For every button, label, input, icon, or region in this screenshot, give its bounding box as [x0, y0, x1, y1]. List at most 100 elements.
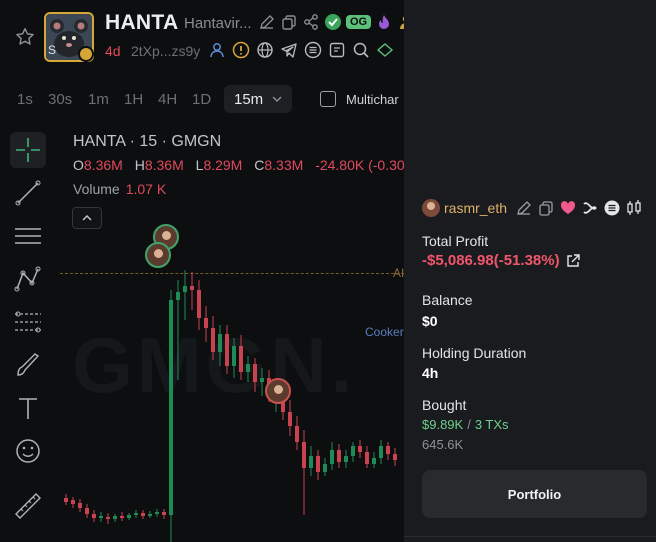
candle-body [358, 446, 362, 452]
candle-body [372, 458, 376, 464]
multichart-checkbox[interactable] [320, 91, 336, 107]
timeframe-1d[interactable]: 1D [192, 91, 211, 108]
candle-body [344, 456, 348, 462]
chevron-down-icon [272, 96, 282, 103]
candle-body [141, 513, 145, 516]
og-badge: OG [346, 15, 372, 29]
candle-body [316, 456, 320, 472]
candle-body [176, 292, 180, 300]
horizontal-lines-tool[interactable] [10, 218, 46, 254]
search-icon[interactable] [352, 41, 370, 59]
bought-separator: / [467, 417, 471, 432]
candlestick-series [64, 270, 397, 542]
candle-body [78, 503, 82, 508]
edit-icon[interactable] [515, 199, 533, 217]
timeframe-30s[interactable]: 30s [48, 91, 72, 108]
trader-marker[interactable] [265, 378, 291, 404]
balance-label: Balance [422, 292, 473, 308]
ruler-icon [15, 493, 41, 519]
candle-body [239, 346, 243, 372]
candle-body [134, 513, 138, 515]
bought-usd: $9.89K [422, 417, 464, 432]
holding-duration-label: Holding Duration [422, 345, 527, 361]
bought-txs[interactable]: 3 TXs [475, 417, 509, 432]
fib-tool[interactable] [10, 304, 46, 340]
token-ticker: HANTA [105, 11, 179, 34]
candle-body [351, 446, 355, 456]
text-icon [19, 398, 37, 419]
candle-body [246, 364, 250, 372]
heart-icon[interactable] [559, 199, 577, 217]
candles-icon[interactable] [625, 199, 643, 217]
crosshair-tool[interactable] [10, 132, 46, 168]
trader-marker[interactable] [145, 242, 171, 268]
token-header: S HANTA Hantavir... OG 4d 2tXp...zs9y [0, 0, 413, 78]
list-icon[interactable] [304, 41, 322, 59]
candle-body [148, 514, 152, 516]
candle-body [302, 442, 306, 468]
candle-body [365, 452, 369, 464]
share-icon[interactable] [302, 13, 320, 31]
emoji-icon [16, 439, 40, 463]
bought-row: $9.89K/ 3 TXs [422, 417, 509, 432]
total-profit-row: -$5,086.98(-51.38%) [422, 252, 581, 269]
candle-body [323, 464, 327, 472]
candle-body [211, 328, 215, 352]
pump-icon[interactable] [376, 41, 394, 59]
timeframe-1m[interactable]: 1m [88, 91, 109, 108]
fib-icon [15, 311, 41, 333]
candle-body [204, 318, 208, 328]
trend-line-tool[interactable] [10, 175, 46, 211]
header-icons-top: OG [258, 13, 415, 31]
candle-body [92, 514, 96, 518]
brush-icon [17, 353, 40, 376]
portfolio-button[interactable]: Portfolio [422, 470, 647, 518]
candle-body [379, 446, 383, 458]
candle-body [295, 426, 299, 442]
edit-icon[interactable] [258, 13, 276, 31]
candle-body [190, 286, 194, 290]
favorite-star-icon[interactable] [14, 26, 36, 48]
candle-body [197, 290, 201, 318]
candle-body [106, 517, 110, 519]
candle-body [393, 454, 397, 460]
emoji-tool[interactable] [10, 433, 46, 469]
note-icon[interactable] [328, 41, 346, 59]
candle-body [337, 450, 341, 462]
svg-text:S: S [48, 43, 56, 57]
ruler-tool[interactable] [10, 488, 46, 524]
candle-body [225, 334, 229, 366]
candle-body [127, 515, 131, 518]
candle-body [155, 512, 159, 514]
trader-name[interactable]: rasmr_eth [444, 200, 507, 216]
trend-line-icon [15, 180, 41, 206]
globe-icon[interactable] [256, 41, 274, 59]
token-address[interactable]: 2tXp...zs9y [131, 43, 200, 59]
candle-body [183, 286, 187, 292]
text-tool[interactable] [10, 390, 46, 426]
list-icon[interactable] [603, 199, 621, 217]
pattern-tool[interactable] [10, 261, 46, 297]
timeframe-select[interactable]: 15m [224, 85, 292, 113]
candle-body [386, 446, 390, 454]
trader-panel: rasmr_eth Total Profit -$5,086.98(-51.38… [404, 0, 656, 542]
trader-avatar[interactable] [422, 199, 440, 217]
timeframe-1h[interactable]: 1H [124, 91, 143, 108]
drawing-toolbar [0, 120, 60, 542]
telegram-icon[interactable] [280, 41, 298, 59]
timeframe-bar: 1s 30s 1m 1H 4H 1D 15m Multichar [0, 82, 404, 116]
copy-icon[interactable] [280, 13, 298, 31]
timeframe-4h[interactable]: 4H [158, 91, 177, 108]
candle-body [120, 516, 124, 518]
x-icon[interactable] [581, 199, 599, 217]
price-chart[interactable]: GMGN. HANTA · 15 · GMGN O8.36M H8.36M L8… [60, 120, 404, 542]
brush-tool[interactable] [10, 347, 46, 383]
user-icon[interactable] [208, 41, 226, 59]
candle-body [85, 508, 89, 514]
timeframe-1s[interactable]: 1s [17, 91, 33, 108]
external-link-icon[interactable] [565, 253, 581, 269]
copy-icon[interactable] [537, 199, 555, 217]
timeframe-selected-label: 15m [234, 91, 264, 108]
total-profit-value: -$5,086.98(-51.38%) [422, 252, 560, 269]
warning-icon[interactable] [232, 41, 250, 59]
